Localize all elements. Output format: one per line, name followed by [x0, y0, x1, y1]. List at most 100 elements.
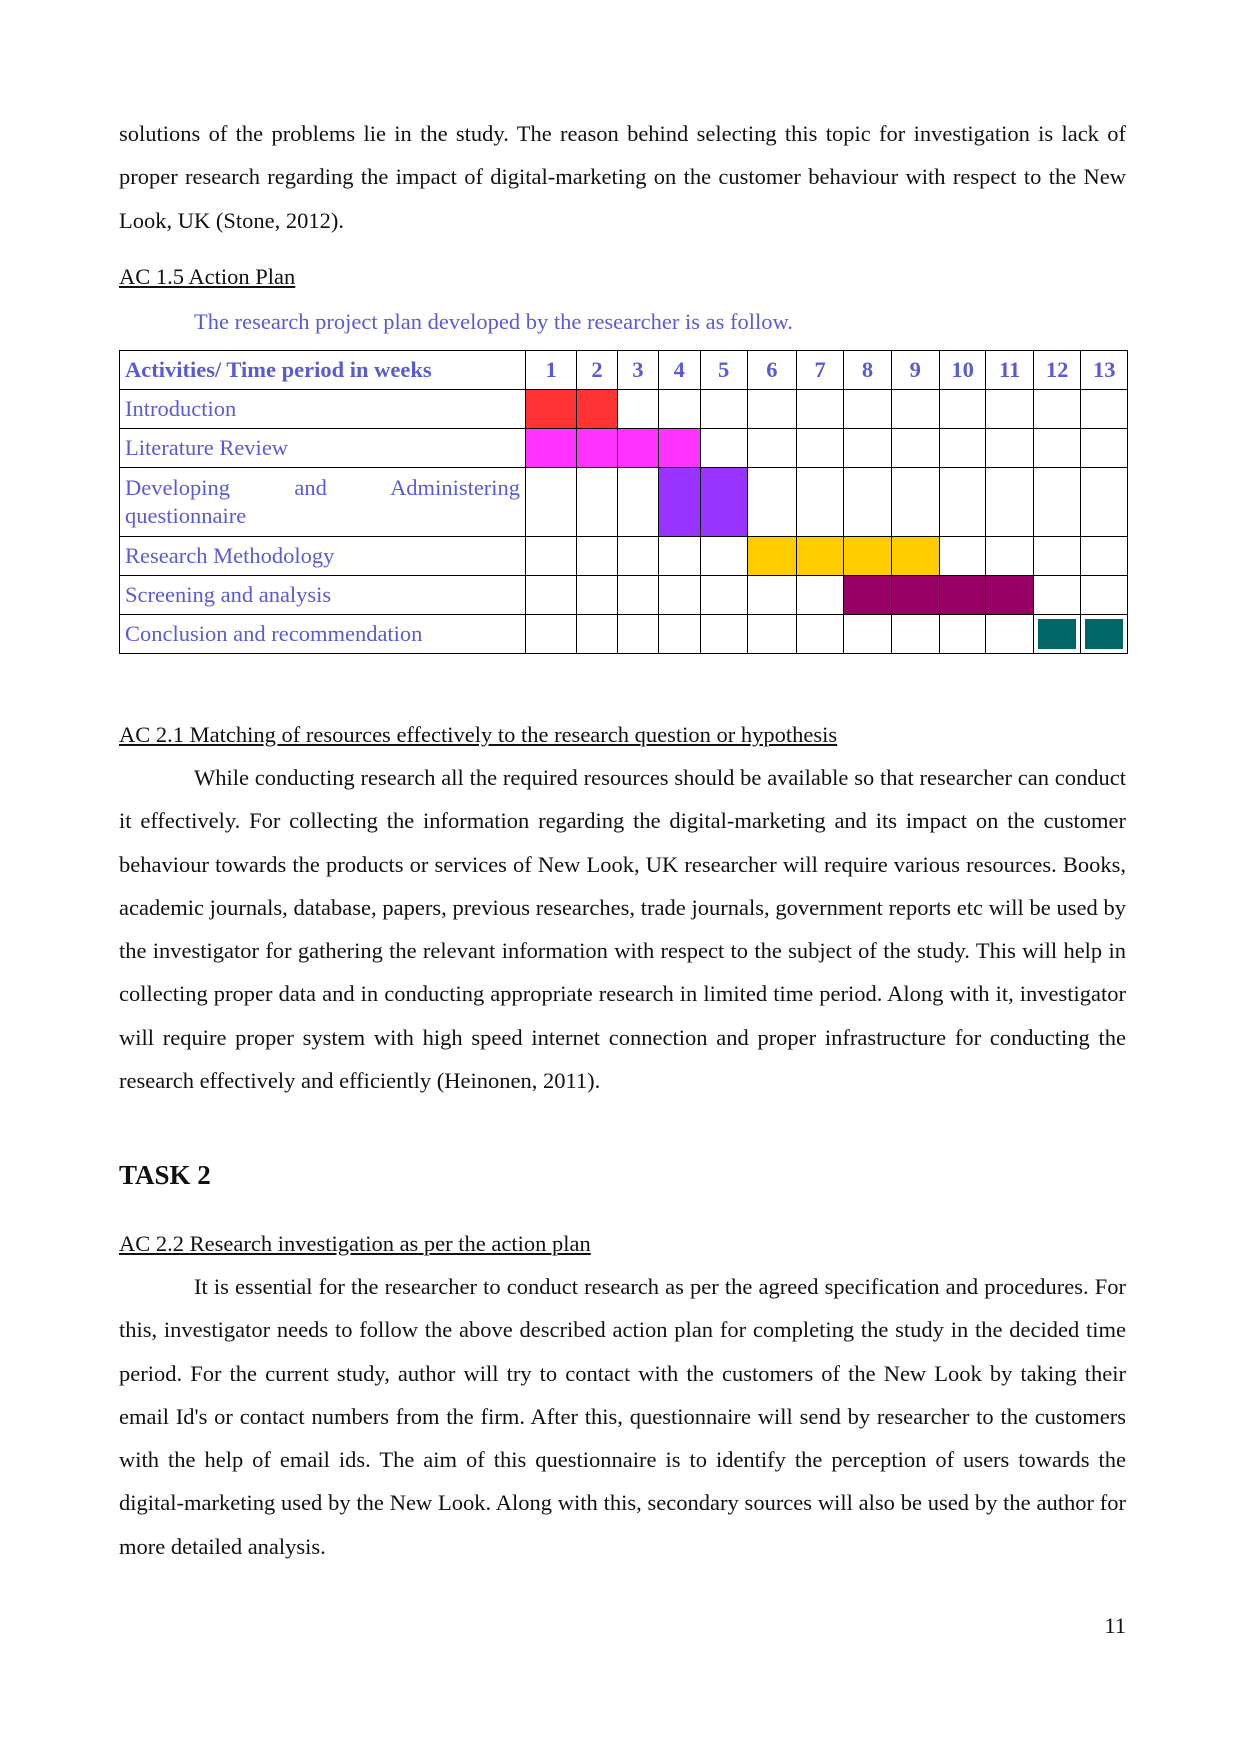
intro-paragraph: solutions of the problems lie in the stu… [119, 121, 1126, 233]
schedule-cell-empty [699, 614, 748, 654]
header-week: 2 [576, 350, 618, 390]
schedule-cell-empty [1080, 428, 1128, 468]
page-number: 11 [1104, 1613, 1126, 1638]
header-week: 12 [1032, 350, 1082, 390]
activity-name: Screening and analysis [118, 575, 527, 615]
table-row: Introduction [118, 389, 1128, 429]
action-plan-table: Activities/ Time period in weeks 1 2 3 4 5 6 7 8… [118, 350, 1128, 654]
schedule-cell-empty [658, 614, 701, 654]
schedule-cell-empty [746, 614, 798, 654]
schedule-cell-empty [576, 467, 618, 537]
schedule-cell-empty [938, 389, 987, 429]
schedule-cell-empty [985, 614, 1034, 654]
schedule-cell-empty [1080, 389, 1128, 429]
activity-name: Developing and Administering questionnai… [118, 467, 527, 537]
schedule-cell-filled [938, 575, 987, 615]
schedule-cell-empty [1080, 536, 1128, 576]
header-week: 11 [985, 350, 1034, 390]
schedule-cell-empty [890, 389, 940, 429]
schedule-cell-empty [699, 389, 748, 429]
schedule-cell-filled [843, 575, 892, 615]
schedule-cell-filled [1080, 614, 1128, 654]
schedule-cell-empty [746, 389, 798, 429]
heading-ac21: AC 2.1 Matching of resources effectively… [119, 722, 838, 747]
schedule-cell-filled [796, 536, 845, 576]
schedule-cell-empty [796, 575, 845, 615]
schedule-cell-empty [616, 389, 660, 429]
header-week: 10 [938, 350, 987, 390]
header-week: 3 [616, 350, 660, 390]
schedule-cell-empty [699, 575, 748, 615]
ac21-paragraph: While conducting research all the requir… [119, 765, 1126, 1094]
schedule-cell-empty [796, 614, 845, 654]
schedule-cell-empty [1032, 536, 1082, 576]
schedule-cell-empty [616, 614, 660, 654]
schedule-cell-empty [1080, 467, 1128, 537]
schedule-cell-filled [658, 428, 701, 468]
schedule-cell-empty [843, 428, 892, 468]
schedule-cell-empty [796, 389, 845, 429]
schedule-cell-empty [525, 614, 578, 654]
schedule-cell-filled [699, 467, 748, 537]
header-week: 8 [843, 350, 892, 390]
schedule-cell-empty [699, 428, 748, 468]
schedule-cell-empty [985, 389, 1034, 429]
schedule-cell-empty [1032, 428, 1082, 468]
schedule-cell-empty [525, 536, 578, 576]
schedule-cell-empty [890, 428, 940, 468]
schedule-cell-filled [658, 467, 701, 537]
schedule-cell-filled [525, 428, 578, 468]
schedule-cell-empty [658, 536, 701, 576]
schedule-cell-empty [843, 614, 892, 654]
schedule-cell-empty [746, 428, 798, 468]
schedule-cell-empty [746, 575, 798, 615]
schedule-cell-filled [890, 536, 940, 576]
task-heading: TASK 2 [119, 1160, 211, 1190]
table-row: Conclusion and recommendation [118, 614, 1128, 654]
activity-name: Literature Review [118, 428, 527, 468]
header-week: 7 [796, 350, 845, 390]
schedule-cell-empty [938, 536, 987, 576]
header-week: 13 [1080, 350, 1128, 390]
schedule-cell-empty [938, 614, 987, 654]
schedule-cell-filled [1032, 614, 1082, 654]
table-row: Literature Review [118, 428, 1128, 468]
schedule-cell-empty [938, 428, 987, 468]
header-week: 1 [525, 350, 578, 390]
schedule-cell-empty [616, 536, 660, 576]
header-activities: Activities/ Time period in weeks [118, 350, 527, 390]
table-row: Developing and Administering questionnai… [118, 467, 1128, 537]
schedule-cell-empty [576, 575, 618, 615]
header-week: 9 [890, 350, 940, 390]
schedule-cell-empty [1032, 575, 1082, 615]
schedule-cell-empty [658, 389, 701, 429]
schedule-cell-empty [985, 428, 1034, 468]
schedule-cell-empty [890, 614, 940, 654]
schedule-cell-filled [985, 575, 1034, 615]
schedule-cell-empty [525, 467, 578, 537]
schedule-cell-empty [576, 614, 618, 654]
schedule-cell-filled [843, 536, 892, 576]
schedule-cell-empty [1080, 575, 1128, 615]
table-header-row: Activities/ Time period in weeks 1 2 3 4 5 6 7 8… [118, 350, 1128, 390]
schedule-cell-filled [525, 389, 578, 429]
schedule-cell-empty [576, 536, 618, 576]
schedule-cell-empty [938, 467, 987, 537]
schedule-cell-empty [658, 575, 701, 615]
schedule-cell-filled [616, 428, 660, 468]
schedule-cell-empty [890, 467, 940, 537]
table-row: Research Methodology [118, 536, 1128, 576]
schedule-cell-empty [1032, 467, 1082, 537]
schedule-cell-empty [843, 467, 892, 537]
header-week: 6 [746, 350, 798, 390]
schedule-cell-empty [1032, 389, 1082, 429]
header-week: 5 [699, 350, 748, 390]
ac22-paragraph: It is essential for the researcher to co… [119, 1274, 1126, 1559]
schedule-cell-empty [746, 467, 798, 537]
schedule-cell-filled [746, 536, 798, 576]
header-week: 4 [658, 350, 701, 390]
schedule-cell-empty [616, 575, 660, 615]
heading-ac22: AC 2.2 Research investigation as per the… [119, 1231, 591, 1256]
activity-name: Research Methodology [118, 536, 527, 576]
heading-ac15: AC 1.5 Action Plan [119, 264, 296, 289]
